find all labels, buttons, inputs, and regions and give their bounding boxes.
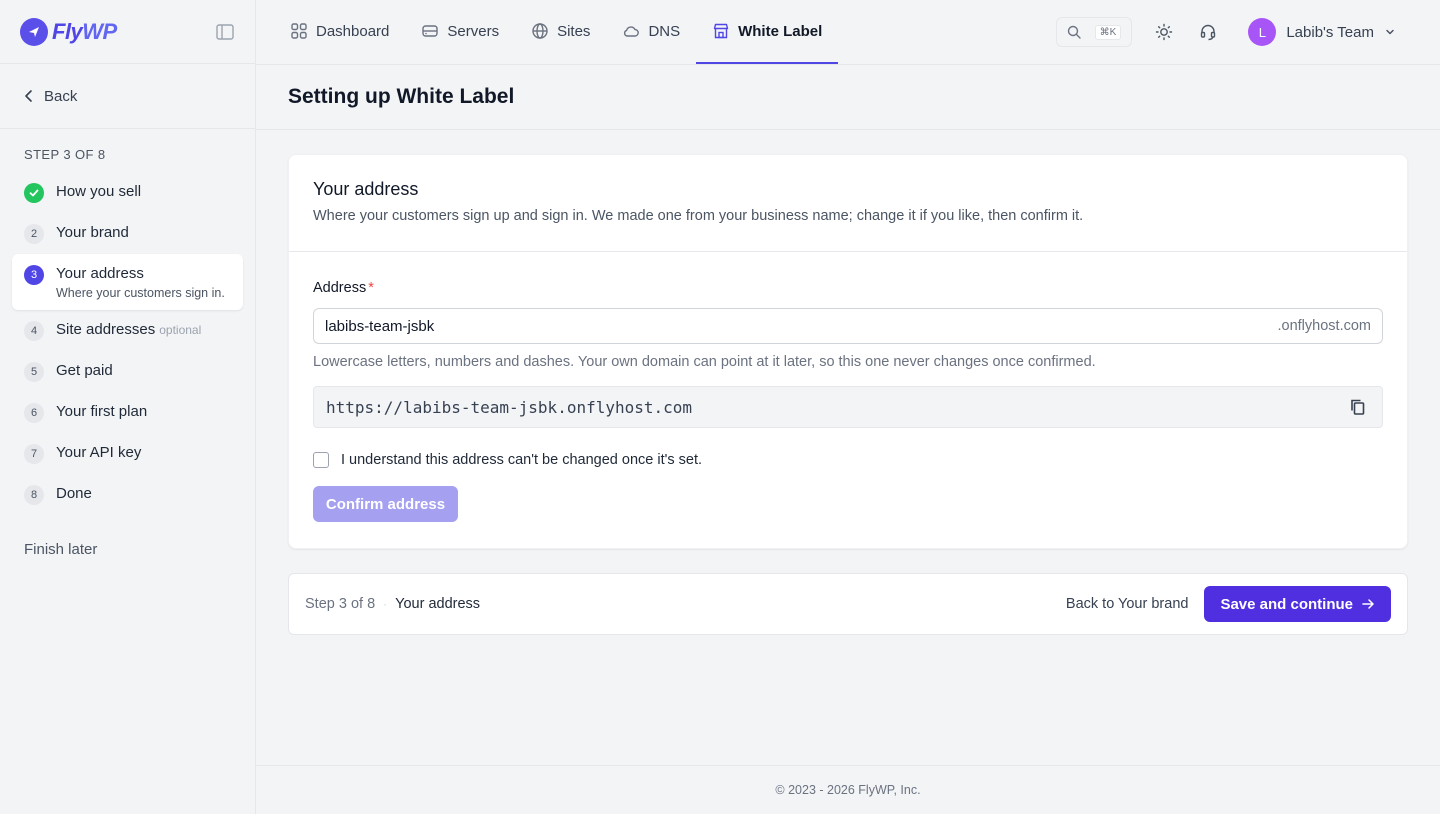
step-subtitle: Where your customers sign in. <box>56 286 225 300</box>
step-title: Done <box>56 485 92 502</box>
back-button[interactable]: Back <box>0 64 255 129</box>
collapse-sidebar-icon[interactable] <box>215 22 235 42</box>
logo-row: FlyWP <box>0 0 255 64</box>
store-icon <box>713 23 729 39</box>
search-shortcut: ⌘K <box>1094 24 1122 40</box>
step-title: Your API key <box>56 444 142 461</box>
card-title: Your address <box>313 179 419 199</box>
logo-text: FlyWP <box>52 18 117 44</box>
step-title: How you sell <box>56 183 142 200</box>
page-title: Setting up White Label <box>288 85 515 108</box>
step-number: 3 <box>24 265 44 285</box>
step-title: Your first plan <box>56 403 148 420</box>
address-help-text: Lowercase letters, numbers and dashes. Y… <box>313 354 1096 370</box>
address-label: Address * <box>313 280 374 296</box>
step-done[interactable]: 8 Done <box>12 474 243 515</box>
confirm-checkbox-row[interactable]: I understand this address can't be chang… <box>313 452 1383 468</box>
step-your-first-plan[interactable]: 6 Your first plan <box>12 392 243 433</box>
cloud-icon <box>624 26 640 37</box>
nav-label: DNS <box>648 22 681 40</box>
footer-actions: Back to Your brand Save and continue <box>1066 586 1391 622</box>
chevron-down-icon <box>1386 29 1394 35</box>
step-list: How you sell 2 Your brand 3 Your address… <box>0 172 255 515</box>
team-name: Labib's Team <box>1286 23 1374 41</box>
step-your-brand[interactable]: 2 Your brand <box>12 213 243 254</box>
finish-later-link[interactable]: Finish later <box>0 515 255 584</box>
sidebar: FlyWP Back STEP 3 OF 8 How you sell 2 Yo… <box>0 0 256 814</box>
footer-separator: · <box>383 597 388 611</box>
card-description: Where your customers sign up and sign in… <box>313 208 1084 224</box>
back-to-brand-link[interactable]: Back to Your brand <box>1066 596 1189 612</box>
copyright-text: © 2023 - 2026 FlyWP, Inc. <box>775 783 921 797</box>
check-icon <box>24 183 44 203</box>
grid-icon <box>291 23 307 39</box>
step-how-you-sell[interactable]: How you sell <box>12 172 243 213</box>
nav-white-label[interactable]: White Label <box>696 0 839 64</box>
support-headset-icon[interactable] <box>1196 20 1220 44</box>
footer-step-name: Your address <box>395 596 481 612</box>
step-title: Get paid <box>56 362 113 379</box>
optional-tag: optional <box>159 323 202 337</box>
avatar: L <box>1248 18 1277 46</box>
checkbox-label: I understand this address can't be chang… <box>341 452 703 468</box>
step-counter: STEP 3 OF 8 <box>24 147 106 162</box>
card-header: Your address Where your customers sign u… <box>289 155 1407 252</box>
main-nav: Dashboard Servers Sites DNS White Label <box>256 0 839 64</box>
understand-checkbox[interactable] <box>313 452 329 468</box>
chevron-left-icon <box>25 90 32 102</box>
copy-icon[interactable] <box>1346 395 1370 419</box>
step-number: 7 <box>24 444 44 464</box>
back-label: Back <box>44 87 78 105</box>
arrow-right-icon <box>1362 599 1374 609</box>
full-url-text: https://labibs-team-jsbk.onflyhost.com <box>326 397 693 417</box>
confirm-address-button[interactable]: Confirm address <box>313 486 458 522</box>
step-get-paid[interactable]: 5 Get paid <box>12 351 243 392</box>
save-label: Save and continue <box>1220 595 1353 613</box>
step-number: 5 <box>24 362 44 382</box>
page-header: Setting up White Label <box>256 65 1440 130</box>
step-number: 8 <box>24 485 44 505</box>
flywp-logo[interactable]: FlyWP <box>20 17 117 46</box>
nav-sites[interactable]: Sites <box>515 0 606 64</box>
step-number: 2 <box>24 224 44 244</box>
search-button[interactable]: ⌘K <box>1056 17 1133 47</box>
nav-label: Servers <box>447 22 500 40</box>
step-title: Your brand <box>56 224 129 241</box>
nav-dns[interactable]: DNS <box>606 0 696 64</box>
save-and-continue-button[interactable]: Save and continue <box>1204 586 1391 622</box>
team-switcher[interactable]: L Labib's Team <box>1248 18 1396 46</box>
step-title: Site addresses <box>56 321 156 338</box>
wizard-footer: Step 3 of 8 · Your address Back to Your … <box>288 573 1408 635</box>
nav-dashboard[interactable]: Dashboard <box>274 0 405 64</box>
globe-icon <box>532 23 548 39</box>
copyright-footer: © 2023 - 2026 FlyWP, Inc. <box>256 765 1440 814</box>
step-number: 4 <box>24 321 44 341</box>
nav-label: Sites <box>557 22 591 40</box>
theme-toggle-sun-icon[interactable] <box>1152 20 1176 44</box>
address-input-group: .onflyhost.com <box>313 308 1383 344</box>
search-icon <box>1068 25 1082 39</box>
server-icon <box>422 25 439 37</box>
step-number: 6 <box>24 403 44 423</box>
step-title: Your address <box>56 265 144 282</box>
card-body: Address* .onflyhost.com Lowercase letter… <box>289 252 1407 522</box>
step-your-api-key[interactable]: 7 Your API key <box>12 433 243 474</box>
required-mark: * <box>368 280 374 296</box>
address-input[interactable] <box>325 317 1278 335</box>
step-site-addresses[interactable]: 4 Site addresses optional <box>12 310 243 351</box>
address-card: Your address Where your customers sign u… <box>288 154 1408 549</box>
url-preview: https://labibs-team-jsbk.onflyhost.com <box>313 386 1383 428</box>
top-nav: Dashboard Servers Sites DNS White Label … <box>256 0 1440 65</box>
footer-step-text: Step 3 of 8 <box>305 596 376 612</box>
top-right-actions: ⌘K L Labib's Team <box>1056 0 1440 64</box>
address-suffix: .onflyhost.com <box>1277 318 1372 334</box>
nav-label: White Label <box>738 22 823 40</box>
nav-label: Dashboard <box>316 22 390 40</box>
nav-servers[interactable]: Servers <box>405 0 515 64</box>
flywp-logo-icon <box>20 17 48 46</box>
step-your-address[interactable]: 3 Your address Where your customers sign… <box>12 254 243 310</box>
